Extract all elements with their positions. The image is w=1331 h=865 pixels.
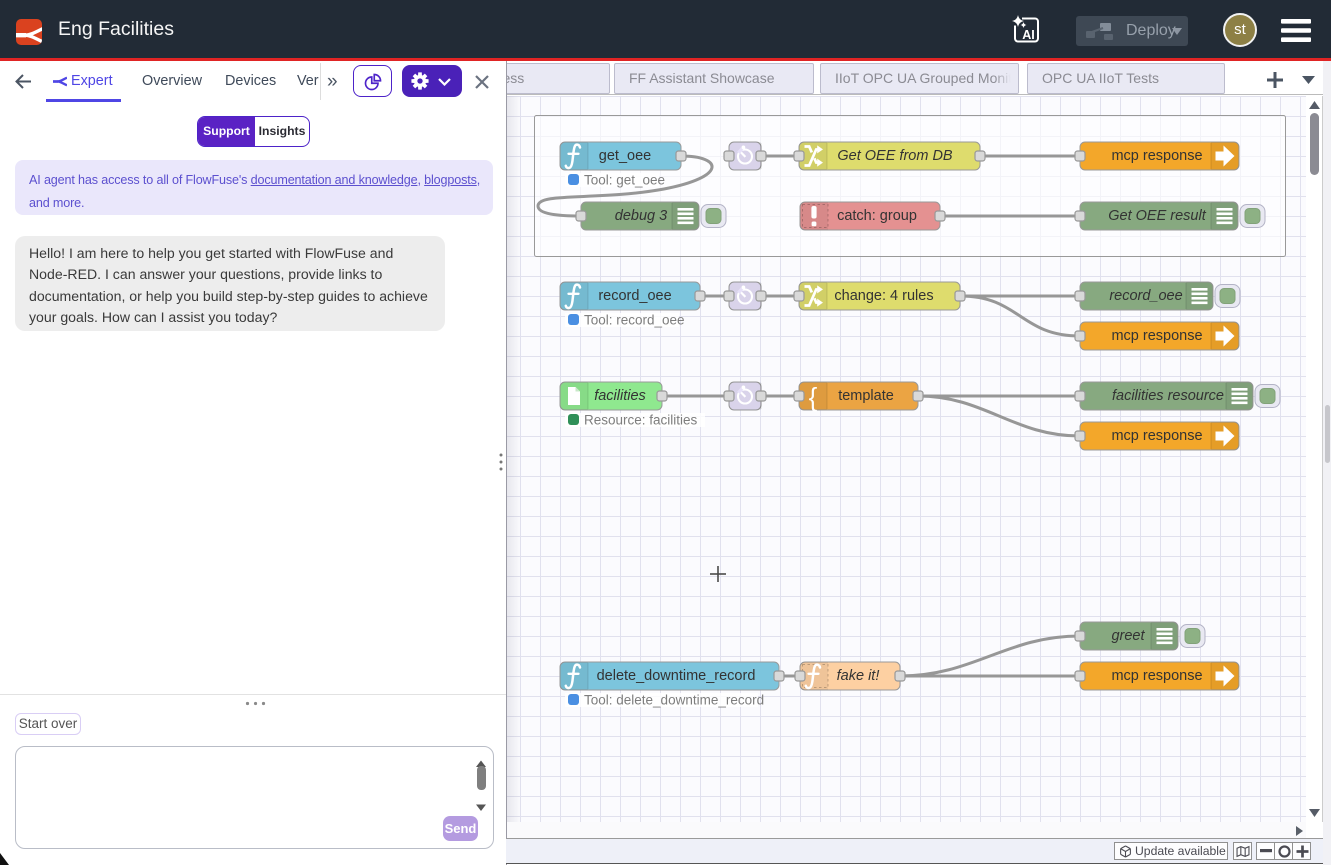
svg-text:{: { xyxy=(809,382,818,412)
svg-text:record_oee: record_oee xyxy=(1109,288,1182,304)
svg-text:debug 3: debug 3 xyxy=(615,208,667,224)
svg-text:Tool: get_oee: Tool: get_oee xyxy=(584,173,665,188)
svg-text:mcp response: mcp response xyxy=(1111,148,1202,164)
svg-text:catch: group: catch: group xyxy=(837,208,917,224)
svg-text:get_oee: get_oee xyxy=(599,148,651,164)
svg-text:record_oee: record_oee xyxy=(598,288,671,304)
svg-text:fake it!: fake it! xyxy=(837,668,880,684)
svg-text:Get OEE from DB: Get OEE from DB xyxy=(837,148,953,164)
svg-text:delete_downtime_record: delete_downtime_record xyxy=(597,668,756,684)
svg-text:facilities: facilities xyxy=(594,388,646,404)
svg-text:AI: AI xyxy=(1022,28,1035,42)
svg-text:facilities resource: facilities resource xyxy=(1112,388,1224,404)
svg-text:template: template xyxy=(838,388,894,404)
svg-text:Tool: delete_downtime_record: Tool: delete_downtime_record xyxy=(584,693,764,708)
svg-text:Tool: record_oee: Tool: record_oee xyxy=(584,313,685,328)
svg-text:mcp response: mcp response xyxy=(1111,668,1202,684)
svg-text:Resource: facilities: Resource: facilities xyxy=(584,413,698,428)
svg-text:Get OEE result: Get OEE result xyxy=(1108,208,1206,224)
svg-text:mcp response: mcp response xyxy=(1111,428,1202,444)
svg-text:change: 4 rules: change: 4 rules xyxy=(834,288,933,304)
svg-text:mcp response: mcp response xyxy=(1111,328,1202,344)
svg-text:greet: greet xyxy=(1111,628,1145,644)
